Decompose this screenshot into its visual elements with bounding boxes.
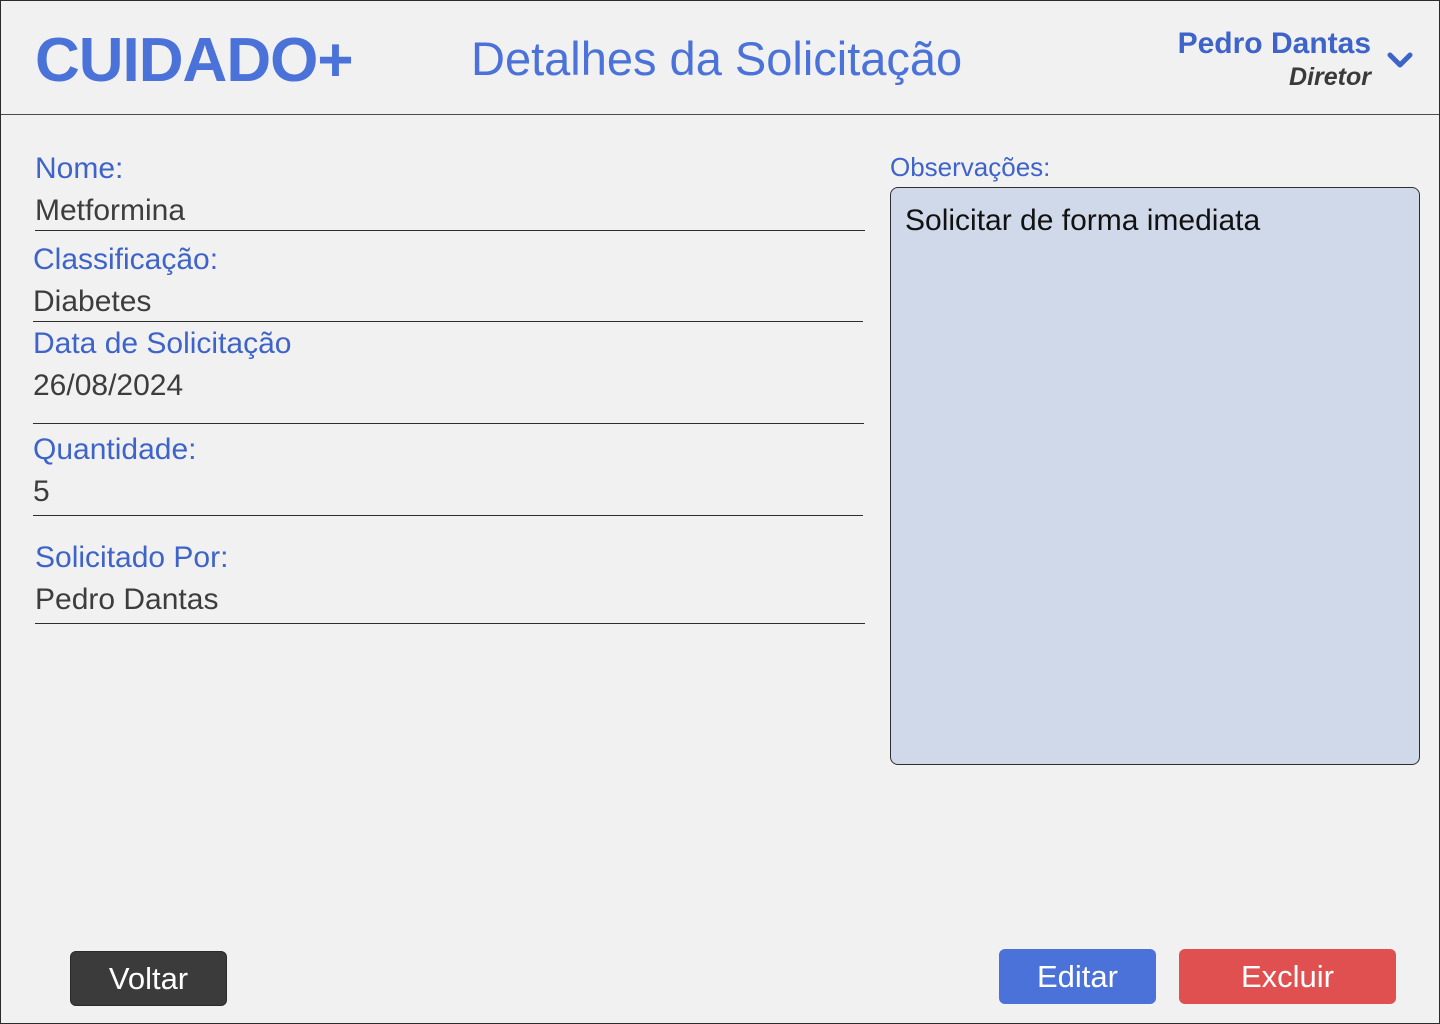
user-role: Diretor	[1289, 63, 1371, 91]
data-solicitacao-value: 26/08/2024	[33, 369, 184, 402]
quantidade-label: Quantidade:	[33, 433, 197, 466]
delete-button[interactable]: Excluir	[1179, 949, 1396, 1004]
nome-value: Metformina	[35, 194, 186, 227]
solicitado-por-divider	[35, 623, 865, 624]
quantidade-value: 5	[33, 475, 50, 508]
nome-label: Nome:	[35, 152, 124, 185]
back-button[interactable]: Voltar	[70, 951, 227, 1006]
classificacao-value: Diabetes	[33, 285, 152, 318]
data-solicitacao-label: Data de Solicitação	[33, 327, 292, 360]
data-solicitacao-divider	[33, 423, 864, 424]
chevron-down-icon[interactable]	[1385, 45, 1415, 75]
nome-divider	[35, 230, 865, 231]
page-title: Detalhes da Solicitação	[471, 32, 963, 85]
observacoes-text: Solicitar de forma imediata	[905, 204, 1261, 237]
app-logo: CUIDADO+	[35, 26, 354, 95]
classificacao-label: Classificação:	[33, 243, 219, 276]
observacoes-box: Solicitar de forma imediata	[890, 187, 1420, 765]
solicitado-por-value: Pedro Dantas	[35, 583, 219, 616]
app-window: CUIDADO+ Detalhes da Solicitação Pedro D…	[0, 0, 1440, 1024]
classificacao-divider	[33, 321, 863, 322]
solicitado-por-label: Solicitado Por:	[35, 541, 229, 574]
header-divider	[1, 114, 1439, 115]
quantidade-divider	[33, 515, 863, 516]
observacoes-label: Observações:	[890, 152, 1051, 182]
edit-button[interactable]: Editar	[999, 949, 1156, 1004]
user-name[interactable]: Pedro Dantas	[1178, 27, 1371, 61]
